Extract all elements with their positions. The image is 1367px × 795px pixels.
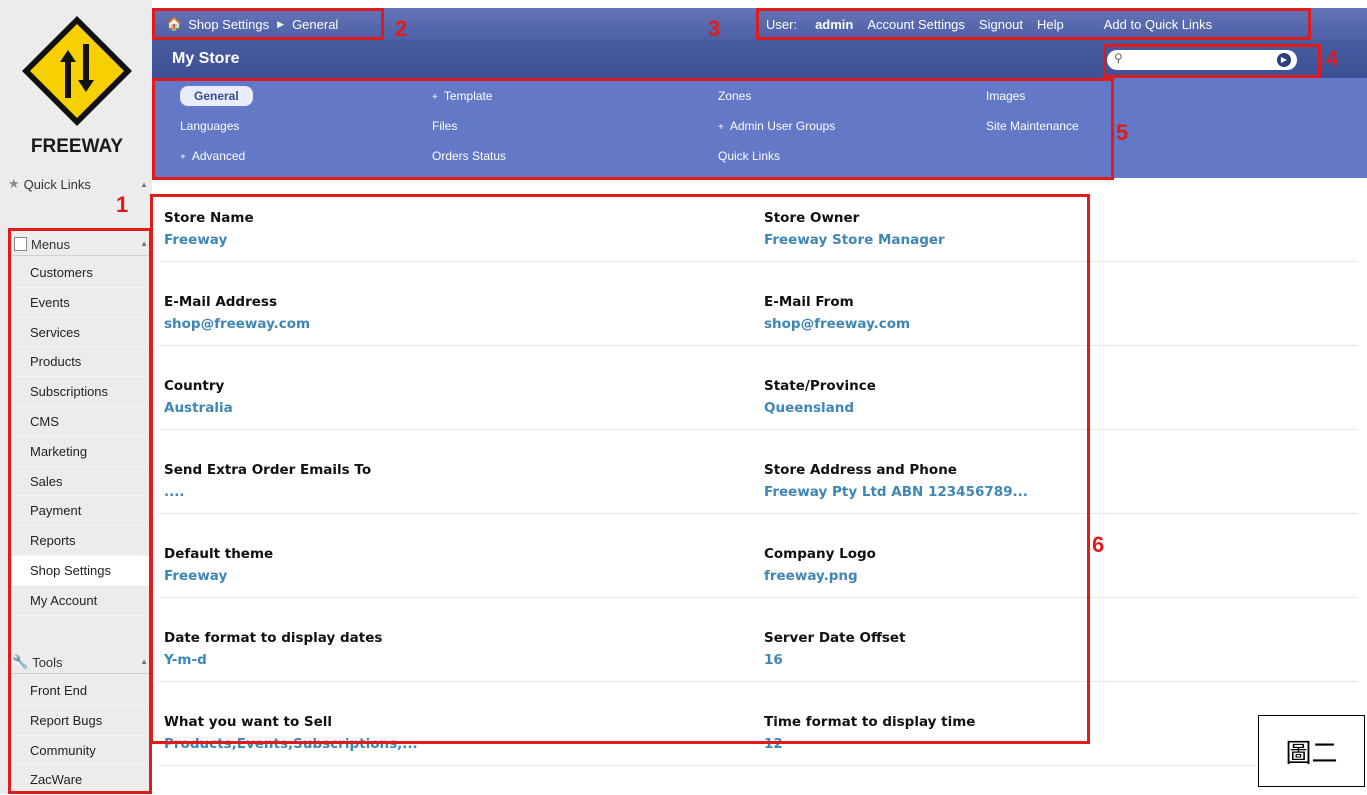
logo-text: FREEWAY [31,136,124,157]
annotation-box-5 [152,78,1114,180]
quick-links-header[interactable]: ★ Quick Links ▲ [8,172,152,196]
freeway-logo[interactable]: FREEWAY [10,12,145,162]
annotation-number-1: 1 [116,192,129,217]
freeway-logo-graphic: FREEWAY [22,16,132,157]
annotation-number-5: 5 [1116,120,1129,145]
annotation-box-3 [756,8,1311,40]
annotation-box-4 [1103,44,1321,78]
annotation-number-6: 6 [1092,532,1105,557]
annotation-box-1 [8,228,152,794]
figure-caption: 圖二 [1258,715,1365,787]
chevron-up-icon: ▲ [140,179,148,189]
annotation-number-2: 2 [395,16,408,41]
quick-links-label: Quick Links [23,176,91,192]
annotation-number-3: 3 [708,16,721,41]
annotation-box-2 [152,8,384,40]
star-icon: ★ [8,176,20,191]
annotation-box-6 [150,194,1090,744]
store-title: My Store [172,50,240,67]
annotation-number-4: 4 [1326,46,1339,71]
